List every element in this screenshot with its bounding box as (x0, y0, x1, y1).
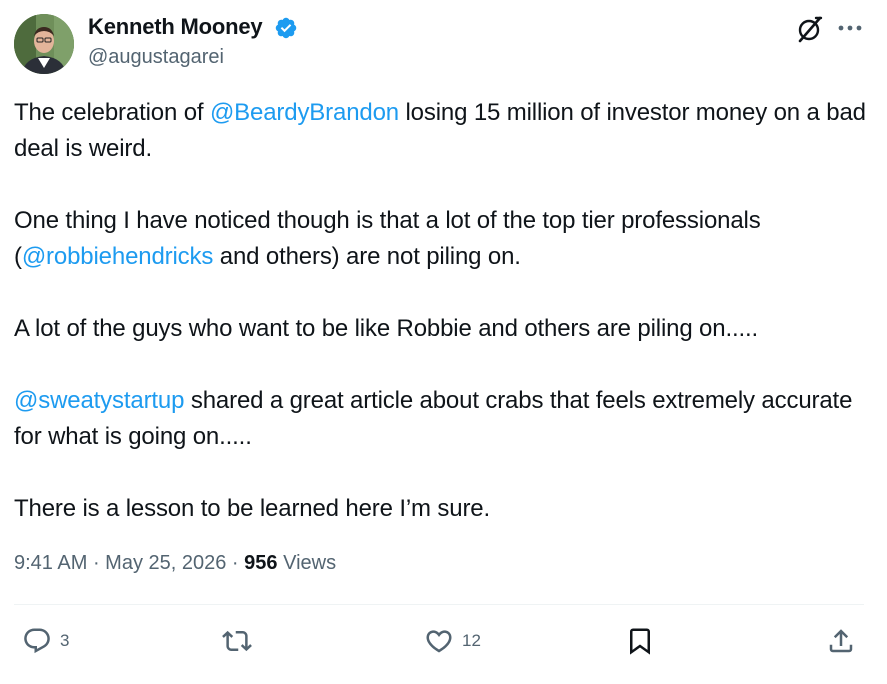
tweet-paragraph: @sweatystartup shared a great article ab… (14, 383, 879, 455)
mention-link[interactable]: @BeardyBrandon (210, 99, 399, 126)
bookmark-icon (630, 628, 650, 655)
share-button[interactable] (826, 626, 856, 656)
views-count: 956 (244, 552, 278, 574)
retweet-icon (222, 630, 252, 652)
reply-button[interactable]: 3 (22, 626, 69, 656)
share-icon (829, 629, 853, 653)
tweet-time[interactable]: 9:41 AM (14, 552, 87, 574)
more-icon[interactable] (836, 14, 864, 42)
retweet-button[interactable] (222, 626, 252, 656)
avatar[interactable] (14, 14, 74, 74)
views-label: Views (277, 552, 337, 574)
tweet-text: The celebration of @BeardyBrandon losing… (14, 95, 879, 527)
divider (14, 604, 864, 605)
reply-icon (24, 628, 50, 654)
tweet-paragraph: The celebration of @BeardyBrandon losing… (14, 95, 879, 167)
tweet-date[interactable]: May 25, 2026 (105, 552, 226, 574)
tweet-paragraph: A lot of the guys who want to be like Ro… (14, 315, 759, 342)
mention-link[interactable]: @sweatystartup (14, 387, 184, 414)
text-segment: The celebration of (14, 99, 210, 126)
tweet-paragraph: There is a lesson to be learned here I’m… (14, 495, 491, 522)
like-button[interactable]: 12 (424, 626, 481, 656)
author-handle[interactable]: @augustagarei (88, 46, 224, 69)
text-segment: and others) are not piling on. (213, 243, 521, 270)
grok-icon[interactable] (795, 14, 825, 44)
tweet-paragraph: One thing I have noticed though is that … (14, 203, 879, 275)
meta-separator: · (87, 552, 106, 574)
meta-separator: · (226, 552, 245, 574)
author-name[interactable]: Kenneth Mooney (88, 14, 263, 40)
mention-link[interactable]: @robbiehendricks (22, 243, 214, 270)
tweet-meta: 9:41 AM · May 25, 2026 · 956 Views (14, 552, 336, 575)
like-count: 12 (462, 631, 481, 650)
verified-badge-icon (275, 17, 297, 39)
reply-count: 3 (60, 631, 70, 650)
like-icon (426, 630, 452, 653)
bookmark-button[interactable] (625, 626, 655, 656)
